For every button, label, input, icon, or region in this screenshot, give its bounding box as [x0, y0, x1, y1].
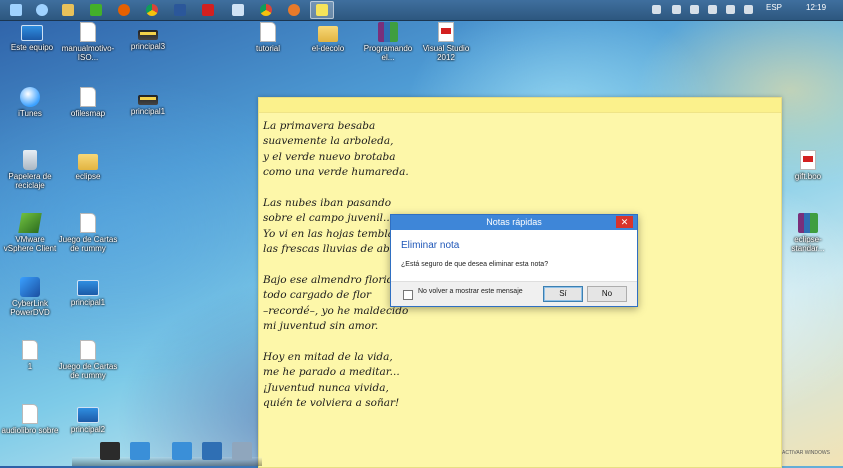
- computer-icon: [21, 25, 43, 41]
- document-icon: [80, 213, 96, 233]
- desktop-icon-principal1[interactable]: principal1: [118, 87, 178, 116]
- folders-icon[interactable]: [172, 442, 192, 460]
- dialog-title: Notas rápidas: [486, 217, 542, 227]
- dialog-titlebar[interactable]: Notas rápidas ✕: [391, 215, 637, 230]
- delete-note-dialog: Notas rápidas ✕ Eliminar nota ¿Está segu…: [390, 214, 638, 307]
- app-icon[interactable]: [282, 1, 306, 19]
- sticky-note-titlebar[interactable]: [259, 98, 781, 113]
- refresh-icon[interactable]: [30, 1, 54, 19]
- desktop-icon-juego-cartas[interactable]: Juego de Cartas de rummy: [58, 213, 118, 253]
- desktop-icon-principal3[interactable]: principal3: [118, 22, 178, 51]
- monitor-icon: [77, 407, 99, 423]
- poem-line: y el verde nuevo brotaba: [263, 150, 396, 163]
- document-icon: [80, 22, 96, 42]
- folder-icon: [78, 154, 98, 170]
- recycle-bin-icon[interactable]: [232, 442, 252, 460]
- monitor-icon[interactable]: [100, 442, 120, 460]
- network-icon[interactable]: [130, 442, 150, 460]
- desktop-icon-manual[interactable]: manualmotivo-ISO...: [58, 22, 118, 62]
- desktop-icon-programando[interactable]: Programando el...: [358, 22, 418, 62]
- recycle-bin-icon: [23, 150, 37, 170]
- no-button[interactable]: No: [587, 286, 627, 302]
- dialog-message: ¿Está seguro de que desea eliminar esta …: [401, 261, 549, 268]
- poem-line: como una verde humareda.: [263, 166, 409, 179]
- desktop-icon-itunes[interactable]: iTunes: [0, 87, 60, 118]
- poem-line: La primavera besaba: [263, 120, 376, 132]
- windows-start-icon[interactable]: [4, 1, 28, 19]
- monitor-icon: [77, 280, 99, 296]
- desktop-icon-visual-studio[interactable]: Visual Studio 2012: [416, 22, 476, 62]
- document-icon: [80, 87, 96, 107]
- language-indicator[interactable]: ESP: [766, 3, 782, 12]
- firefox-icon[interactable]: [112, 1, 136, 19]
- evernote-icon[interactable]: [84, 1, 108, 19]
- vmware-icon: [18, 213, 42, 233]
- dont-show-again-label[interactable]: No volver a mostrar este mensaje: [418, 288, 523, 295]
- dialog-footer: No volver a mostrar este mensaje Sí No: [391, 281, 637, 306]
- cyberlink-icon: [20, 277, 40, 297]
- acrobat-icon[interactable]: [196, 1, 220, 19]
- activation-watermark: ACTIVAR WINDOWS: [782, 450, 830, 456]
- desktop-icon-gift[interactable]: gift.boo: [778, 150, 838, 181]
- winrar-icon: [378, 22, 398, 42]
- poem-line: me he parado a meditar...: [263, 366, 400, 379]
- folder-icon: [318, 26, 338, 42]
- volume-icon[interactable]: [726, 5, 735, 14]
- document-icon: [80, 340, 96, 360]
- taskbar: ESP 12:19: [0, 0, 843, 21]
- desktop-icon-eclipse-standard[interactable]: eclipse-standar...: [778, 213, 838, 253]
- dialog-heading: Eliminar nota: [401, 240, 460, 251]
- poem-line: Las nubes iban pasando: [263, 196, 392, 209]
- sticky-notes-icon[interactable]: [310, 1, 334, 19]
- clock[interactable]: 12:19: [806, 3, 826, 12]
- poem-line: quién te volviera a soñar!: [263, 397, 400, 410]
- dont-show-again-checkbox[interactable]: [403, 290, 413, 300]
- folder-icon[interactable]: [56, 1, 80, 19]
- word-icon[interactable]: [168, 1, 192, 19]
- flag-icon[interactable]: [690, 5, 699, 14]
- scanner-icon: [138, 30, 158, 40]
- desktop-icon-eclipse[interactable]: eclipse: [58, 150, 118, 181]
- network-icon[interactable]: [226, 1, 250, 19]
- desktop-icon-ofilesmap[interactable]: ofilesmap: [58, 87, 118, 118]
- poem-blank-line: [263, 334, 683, 349]
- desktop-icon-vmware[interactable]: VMware vSphere Client: [0, 213, 60, 253]
- desktop-icon-el-decolo[interactable]: el-decolo: [298, 22, 358, 53]
- document-icon: [22, 404, 38, 424]
- scanner-icon: [138, 95, 158, 105]
- document-icon: [22, 340, 38, 360]
- poem-line: suavemente la arboleda,: [263, 135, 394, 148]
- poem-line: ¡Juventud nunca vivida,: [263, 381, 389, 394]
- poem-line: mi juventud sin amor.: [263, 320, 379, 333]
- desktop-icon-tutorial[interactable]: tutorial: [238, 22, 298, 53]
- poem-line: Hoy en mitad de la vida,: [263, 350, 393, 363]
- poem-blank-line: [263, 181, 683, 196]
- close-button[interactable]: ✕: [616, 216, 633, 228]
- desktop-icon-1[interactable]: 1: [0, 340, 60, 371]
- dock: [72, 431, 262, 466]
- desktop-icon-este-equipo[interactable]: Este equipo: [2, 22, 62, 52]
- desktop-icon-cyberlink[interactable]: CyberLink PowerDVD: [0, 277, 60, 317]
- desktop-icon-principal2[interactable]: principal2: [58, 404, 118, 434]
- pdf-icon: [438, 22, 454, 42]
- desktop-icon-principal1b[interactable]: principal1: [58, 277, 118, 307]
- store-icon[interactable]: [202, 442, 222, 460]
- battery-icon[interactable]: [708, 5, 717, 14]
- notification-chevron-icon[interactable]: [652, 5, 661, 14]
- wifi-icon[interactable]: [744, 5, 753, 14]
- chrome-icon[interactable]: [254, 1, 278, 19]
- pdf-icon: [800, 150, 816, 170]
- network-tray-icon[interactable]: [672, 5, 681, 14]
- chrome-icon[interactable]: [140, 1, 164, 19]
- yes-button[interactable]: Sí: [543, 286, 583, 302]
- desktop-icon-juego-cartas-2[interactable]: Juego de Cartas de rummy: [58, 340, 118, 380]
- desktop-icon-audiolibro[interactable]: audiolibro sobre: [0, 404, 60, 435]
- desktop-icon-papelera[interactable]: Papelera de reciclaje: [0, 150, 60, 190]
- document-icon: [260, 22, 276, 42]
- itunes-icon: [20, 87, 40, 107]
- winrar-icon: [798, 213, 818, 233]
